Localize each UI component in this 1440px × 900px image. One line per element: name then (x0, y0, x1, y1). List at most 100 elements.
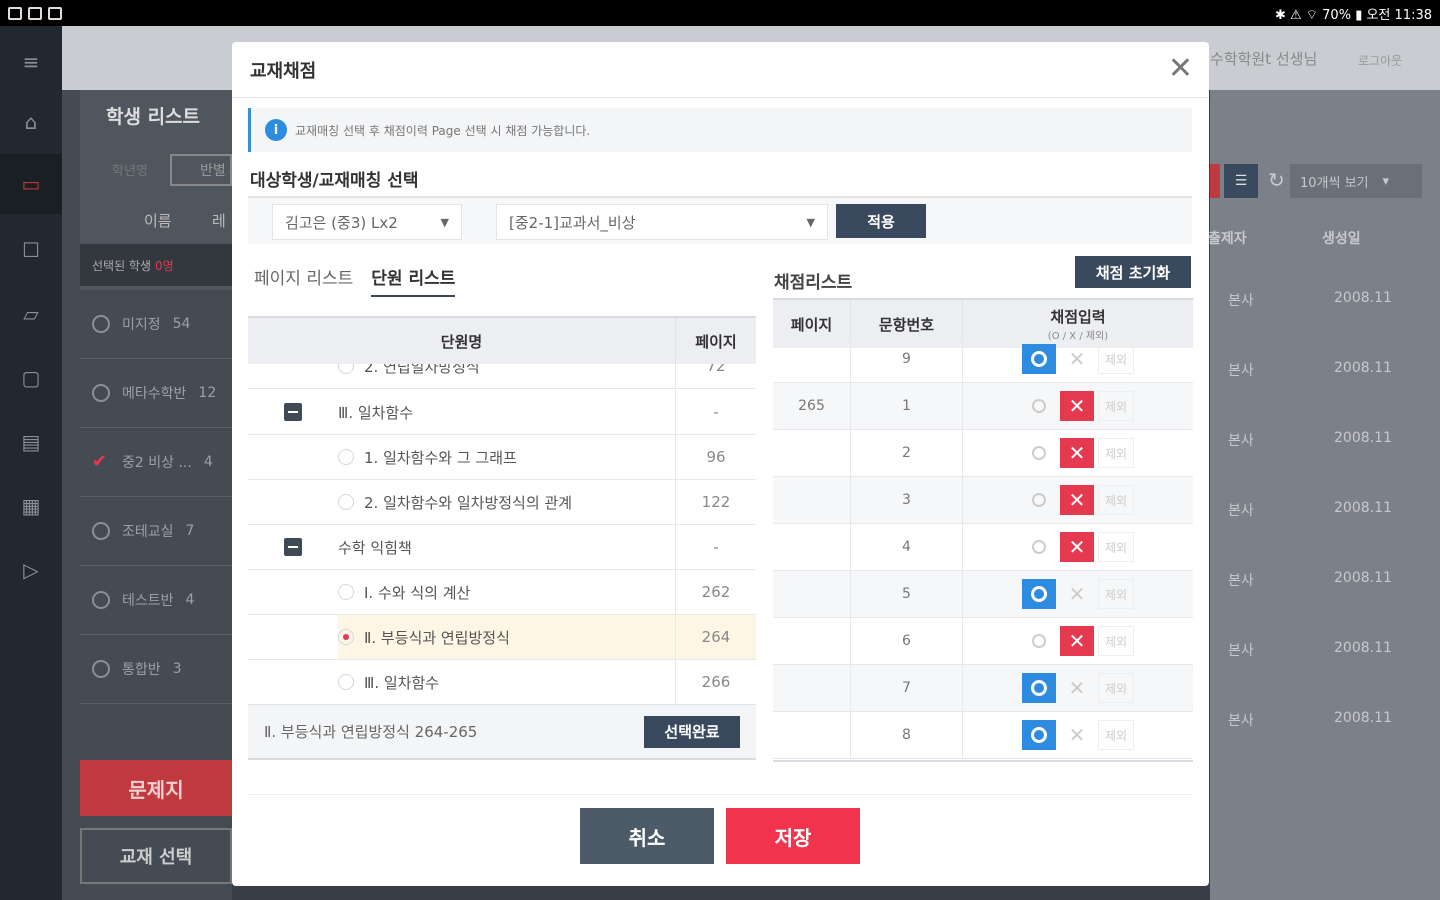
nav-rail: ≡ ⌂ ▭ ☐ ▱ ▢ ▤ ▦ ▷ (0, 26, 62, 900)
wrong-mark-button[interactable]: ✕ (1060, 532, 1094, 562)
wrong-mark-button[interactable]: ✕ (1060, 673, 1094, 703)
correct-mark-button[interactable] (1022, 720, 1056, 750)
unit-page: 262 (701, 583, 731, 601)
student-row[interactable]: 조테교실 7 (80, 497, 232, 566)
wrong-mark-button[interactable]: ✕ (1060, 485, 1094, 515)
student-select[interactable]: 김고은 (중3) Lx2 ▼ (272, 204, 462, 240)
exclude-button[interactable]: 제외 (1098, 391, 1134, 421)
radio[interactable] (338, 449, 354, 465)
list-icon[interactable]: ☰ (1224, 164, 1258, 198)
correct-mark-button[interactable] (1022, 344, 1056, 374)
radio[interactable] (338, 494, 354, 510)
exclude-button[interactable]: 제외 (1098, 485, 1134, 515)
unit-group-row[interactable]: Ⅲ. 일차함수 - (248, 390, 756, 435)
student-row[interactable]: ✔ 중2 비상 ... 4 (80, 428, 232, 497)
row-writer: 본사 (1228, 363, 1254, 379)
student-row[interactable]: 메타수학반 12 (80, 359, 232, 428)
apply-button[interactable]: 적용 (836, 204, 926, 238)
chevron-down-icon: ▼ (440, 215, 449, 229)
radio[interactable] (338, 674, 354, 690)
correct-mark-button[interactable] (1022, 673, 1056, 703)
exclude-button[interactable]: 제외 (1098, 626, 1134, 656)
exclude-button[interactable]: 제외 (1098, 438, 1134, 468)
radio-selected[interactable] (338, 629, 354, 645)
monitor-icon[interactable]: ▭ (0, 154, 62, 214)
folder-icon[interactable]: ▱ (0, 284, 62, 344)
correct-mark-button[interactable] (1022, 391, 1056, 421)
checkbox[interactable] (92, 660, 110, 678)
exclude-button[interactable]: 제외 (1098, 344, 1134, 374)
collapse-icon[interactable] (284, 538, 302, 556)
correct-mark-button[interactable] (1022, 438, 1056, 468)
row-writer: 본사 (1228, 433, 1254, 449)
tab-unit-list[interactable]: 단원 리스트 (371, 264, 456, 297)
student-row[interactable]: 통합반 3 (80, 635, 232, 704)
wrong-mark-button[interactable]: ✕ (1060, 720, 1094, 750)
exclude-button[interactable]: 제외 (1098, 532, 1134, 562)
select-done-button[interactable]: 선택완료 (644, 715, 740, 748)
grading-row: 6 ✕ 제외 (773, 618, 1193, 665)
checkbox[interactable] (92, 384, 110, 402)
filter-class[interactable]: 반별 (170, 154, 232, 186)
wrong-mark-button[interactable]: ✕ (1060, 438, 1094, 468)
wrong-mark-button[interactable]: ✕ (1060, 626, 1094, 656)
wrong-mark-button[interactable]: ✕ (1060, 579, 1094, 609)
checkbox[interactable] (92, 591, 110, 609)
menu-icon[interactable]: ≡ (0, 32, 62, 92)
worksheet-button[interactable]: 문제지 (80, 760, 232, 816)
circle-icon (1032, 634, 1046, 648)
home-icon[interactable]: ⌂ (0, 92, 62, 152)
view-select[interactable]: 10개씩 보기 ▾ (1290, 164, 1422, 198)
student-row[interactable]: 미지정 54 (80, 290, 232, 359)
unit-row[interactable]: Ⅰ. 수와 식의 계산 262 (248, 570, 756, 615)
unit-row[interactable]: Ⅲ. 일차함수 266 (248, 660, 756, 705)
save-button[interactable]: 저장 (726, 808, 860, 864)
logout-link[interactable]: 로그아웃 (1358, 52, 1402, 69)
grading-page (773, 712, 851, 758)
unit-group-row[interactable]: 수학 익힘책 - (248, 525, 756, 570)
student-list-title: 학생 리스트 (106, 106, 201, 128)
exclude-button[interactable]: 제외 (1098, 579, 1134, 609)
exclude-button[interactable]: 제외 (1098, 673, 1134, 703)
student-num: 12 (198, 385, 217, 401)
chevron-down-icon: ▾ (1382, 173, 1390, 189)
wrong-mark-button[interactable]: ✕ (1060, 344, 1094, 374)
video-icon[interactable]: ▷ (0, 540, 62, 600)
radio[interactable] (338, 584, 354, 600)
unit-page: 264 (701, 628, 731, 646)
report-icon[interactable]: ▦ (0, 476, 62, 536)
exclude-button[interactable]: 제외 (1098, 720, 1134, 750)
unit-cell: Ⅰ. 수와 식의 계산 (338, 570, 676, 614)
correct-mark-button[interactable] (1022, 485, 1056, 515)
correct-mark-button[interactable] (1022, 532, 1056, 562)
circle-icon (1032, 540, 1046, 554)
row-date: 2008.11 (1334, 430, 1392, 446)
wrong-mark-button[interactable]: ✕ (1060, 391, 1094, 421)
status-right: ✱ ⚠ ⌔ 70% ▮ 오전 11:38 (1275, 7, 1432, 23)
grading-row: 2 ✕ 제외 (773, 430, 1193, 477)
unit-cell: Ⅲ. 일차함수 (338, 660, 676, 704)
close-icon[interactable]: ✕ (1168, 54, 1193, 84)
collapse-icon[interactable] (284, 403, 302, 421)
book-select[interactable]: [중2-1]교과서_비상 ▼ (496, 204, 828, 240)
unit-row[interactable]: 2. 일차함수와 일차방정식의 관계 122 (248, 480, 756, 525)
correct-mark-button[interactable] (1022, 626, 1056, 656)
unit-row-selected[interactable]: Ⅱ. 부등식과 연립방정식 264 (248, 615, 756, 660)
user-icon[interactable]: ☐ (0, 220, 62, 280)
correct-mark-button[interactable] (1022, 579, 1056, 609)
checked-icon[interactable]: ✔ (92, 453, 110, 471)
student-row[interactable]: 테스트반 4 (80, 566, 232, 635)
doc-icon[interactable]: ▢ (0, 348, 62, 408)
unit-footer: Ⅱ. 부등식과 연립방정식 264-265 선택완료 (248, 704, 756, 760)
checkbox[interactable] (92, 522, 110, 540)
refresh-icon[interactable]: ↻ (1268, 168, 1285, 192)
reset-grading-button[interactable]: 채점 초기화 (1075, 256, 1191, 288)
checkbox[interactable] (92, 315, 110, 333)
cancel-button[interactable]: 취소 (580, 808, 714, 864)
header-page-label: 페이지 (790, 315, 833, 334)
select-book-button[interactable]: 교재 선택 (80, 828, 232, 884)
unit-row[interactable]: 1. 일차함수와 그 그래프 96 (248, 435, 756, 480)
book-icon[interactable]: ▤ (0, 412, 62, 472)
filter-grade[interactable]: 학년명 (90, 154, 170, 184)
tab-page-list[interactable]: 페이지 리스트 (254, 264, 353, 297)
